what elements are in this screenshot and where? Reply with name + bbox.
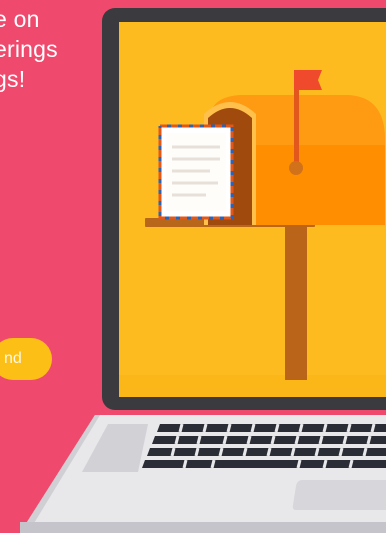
flag-icon [294,70,322,90]
flag-pivot [289,161,303,175]
trackpad [292,480,386,510]
laptop-base [20,415,386,533]
screen-shade [119,375,386,397]
mailbox-post [285,210,307,380]
laptop-mailbox-illustration [20,8,386,533]
laptop-front-lip [20,522,386,533]
envelope-icon [158,124,234,220]
